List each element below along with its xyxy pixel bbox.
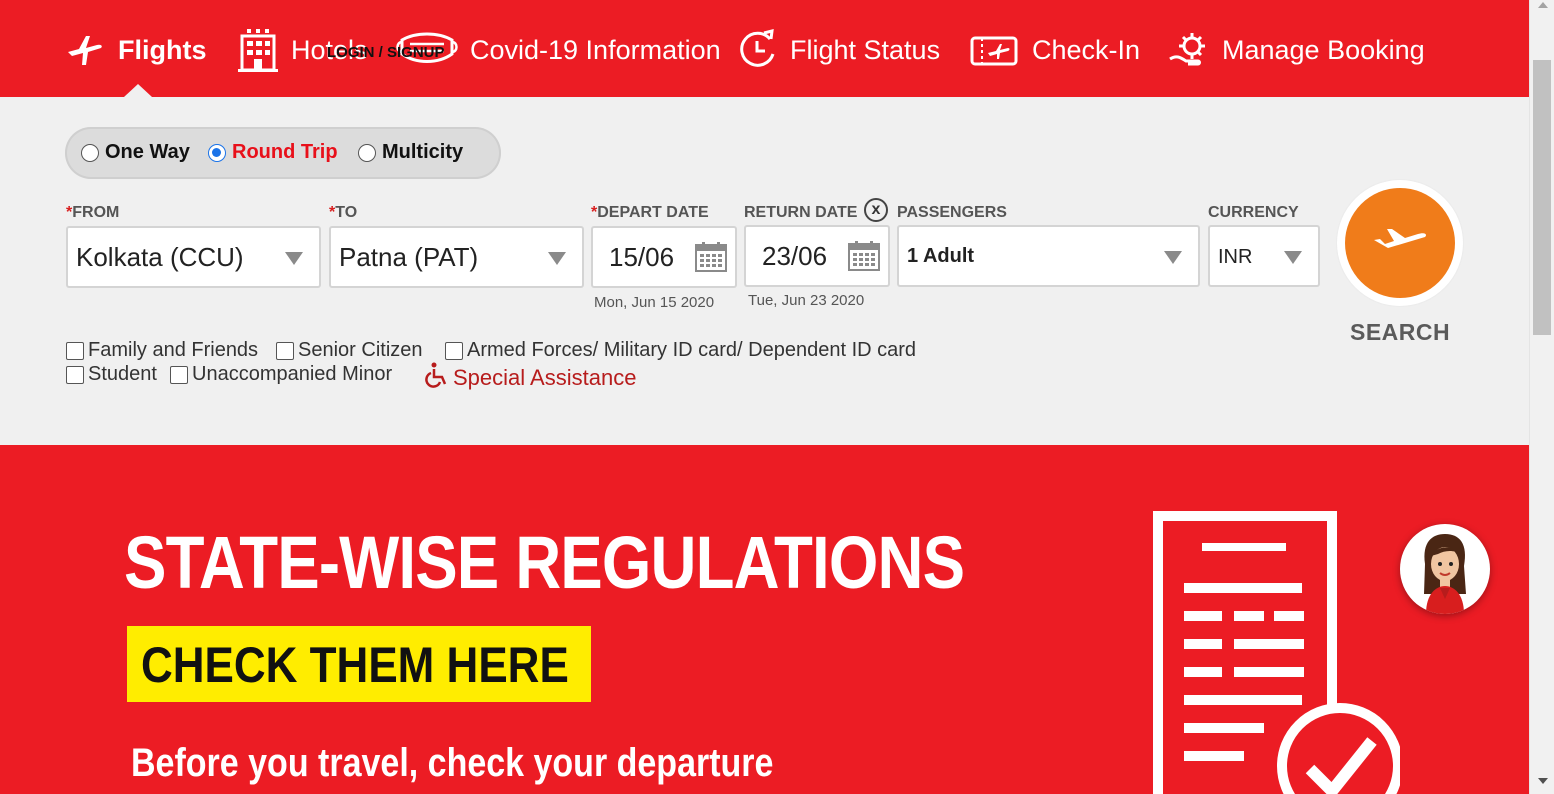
ticket-icon [968, 30, 1020, 70]
radio-one-way[interactable] [81, 143, 99, 162]
checkbox-label: Family and Friends [88, 339, 259, 361]
checkbox-senior-citizen[interactable]: Senior Citizen [276, 339, 423, 362]
banner-title: STATE-WISE REGULATIONS [124, 521, 965, 604]
scrollbar-thumb[interactable] [1533, 60, 1551, 335]
clear-return-date-button[interactable]: x [864, 198, 888, 222]
login-signup-link[interactable]: LOGIN / SIGNUP [327, 44, 445, 61]
radio-round-trip[interactable] [208, 143, 226, 162]
return-date-input[interactable]: 23/06 [744, 225, 890, 287]
nav-label-check-in: Check-In [1032, 34, 1141, 65]
chat-assistant-avatar[interactable] [1400, 524, 1490, 614]
airplane-icon [64, 29, 106, 71]
top-nav: Flights Hotels Covid-19 Information Flig… [0, 0, 1529, 97]
trip-option-label: One Way [105, 141, 190, 163]
return-date-full: Tue, Jun 23 2020 [748, 292, 865, 309]
special-assistance-label: Special Assistance [453, 365, 637, 390]
to-select[interactable]: Patna (PAT) [329, 226, 584, 288]
search-button-circle [1345, 188, 1455, 298]
active-tab-indicator [124, 84, 152, 97]
nav-item-check-in[interactable]: Check-In [968, 24, 1140, 76]
checkbox-student[interactable]: Student [66, 363, 157, 386]
checkbox-box[interactable] [445, 341, 463, 360]
search-label[interactable]: SEARCH [1350, 319, 1450, 346]
to-label: *TO [329, 204, 358, 221]
passengers-value: 1 Adult [907, 245, 975, 267]
document-check-icon [1150, 511, 1403, 794]
checkbox-box[interactable] [170, 365, 188, 384]
return-date-value: 23/06 [762, 241, 828, 271]
from-select[interactable]: Kolkata (CCU) [66, 226, 321, 288]
currency-value: INR [1218, 246, 1253, 268]
nav-item-manage-booking[interactable]: Manage Booking [1168, 24, 1425, 76]
banner-cta[interactable]: CHECK THEM HERE [127, 626, 591, 702]
from-value: Kolkata (CCU) [76, 242, 244, 272]
nav-label-flights: Flights [118, 34, 207, 65]
trip-option-label: Multicity [382, 141, 464, 163]
chevron-down-icon [548, 252, 566, 265]
trip-option-label: Round Trip [232, 141, 338, 163]
wheelchair-icon [425, 362, 449, 394]
state-regulations-banner[interactable]: STATE-WISE REGULATIONS CHECK THEM HERE B… [0, 445, 1529, 794]
chevron-down-icon [285, 252, 303, 265]
trip-option-one-way[interactable]: One Way [81, 141, 190, 164]
nav-label-flight-status: Flight Status [790, 34, 941, 65]
trip-option-multicity[interactable]: Multicity [358, 141, 463, 164]
calendar-icon[interactable] [848, 241, 880, 276]
return-date-label: RETURN DATE [744, 204, 858, 221]
checkbox-box[interactable] [276, 341, 294, 360]
search-button[interactable] [1337, 180, 1463, 306]
depart-date-full: Mon, Jun 15 2020 [594, 294, 715, 311]
checkbox-label: Unaccompanied Minor [192, 363, 393, 385]
checkbox-box[interactable] [66, 341, 84, 360]
special-assistance-link[interactable]: Special Assistance [425, 362, 636, 394]
depart-date-input[interactable]: 15/06 [591, 226, 737, 288]
radio-multicity[interactable] [358, 143, 376, 162]
scroll-down-arrow-icon[interactable] [1538, 778, 1548, 784]
nav-item-covid[interactable]: Covid-19 Information [396, 24, 721, 76]
nav-item-flights[interactable]: Flights [64, 24, 207, 76]
checkbox-armed-forces[interactable]: Armed Forces/ Military ID card/ Dependen… [445, 339, 916, 362]
depart-date-label: *DEPART DATE [591, 204, 709, 221]
hotel-icon [237, 27, 279, 73]
chevron-down-icon [1164, 251, 1182, 264]
clock-icon [736, 29, 778, 71]
calendar-icon[interactable] [695, 242, 727, 277]
from-label: *FROM [66, 204, 120, 221]
chevron-down-icon [1284, 251, 1302, 264]
currency-select[interactable]: INR [1208, 225, 1320, 287]
currency-label: CURRENCY [1208, 204, 1299, 221]
nav-item-flight-status[interactable]: Flight Status [736, 24, 940, 76]
trip-option-round-trip[interactable]: Round Trip [208, 141, 338, 164]
checkbox-family-friends[interactable]: Family and Friends [66, 339, 258, 362]
nav-label-manage-booking: Manage Booking [1222, 34, 1425, 65]
page: Flights Hotels Covid-19 Information Flig… [0, 0, 1554, 794]
checkbox-unaccompanied-minor[interactable]: Unaccompanied Minor [170, 363, 392, 386]
banner-subtitle: Before you travel, check your departure [131, 741, 774, 785]
vertical-scrollbar[interactable] [1529, 0, 1554, 794]
flight-search-panel: One Way Round Trip Multicity *FROM *TO *… [0, 97, 1529, 445]
checkbox-label: Student [88, 363, 157, 385]
nav-label-covid: Covid-19 Information [470, 34, 721, 65]
passengers-label: PASSENGERS [897, 204, 1007, 221]
scroll-up-arrow-icon[interactable] [1538, 2, 1548, 8]
to-value: Patna (PAT) [339, 242, 479, 272]
trip-type-selector: One Way Round Trip Multicity [65, 127, 501, 179]
checkbox-label: Armed Forces/ Military ID card/ Dependen… [467, 339, 917, 361]
airplane-takeoff-icon [1370, 226, 1430, 261]
checkbox-label: Senior Citizen [298, 339, 423, 361]
gear-hand-icon [1168, 29, 1210, 71]
passengers-select[interactable]: 1 Adult [897, 225, 1200, 287]
depart-date-value: 15/06 [609, 242, 675, 272]
checkbox-box[interactable] [66, 365, 84, 384]
